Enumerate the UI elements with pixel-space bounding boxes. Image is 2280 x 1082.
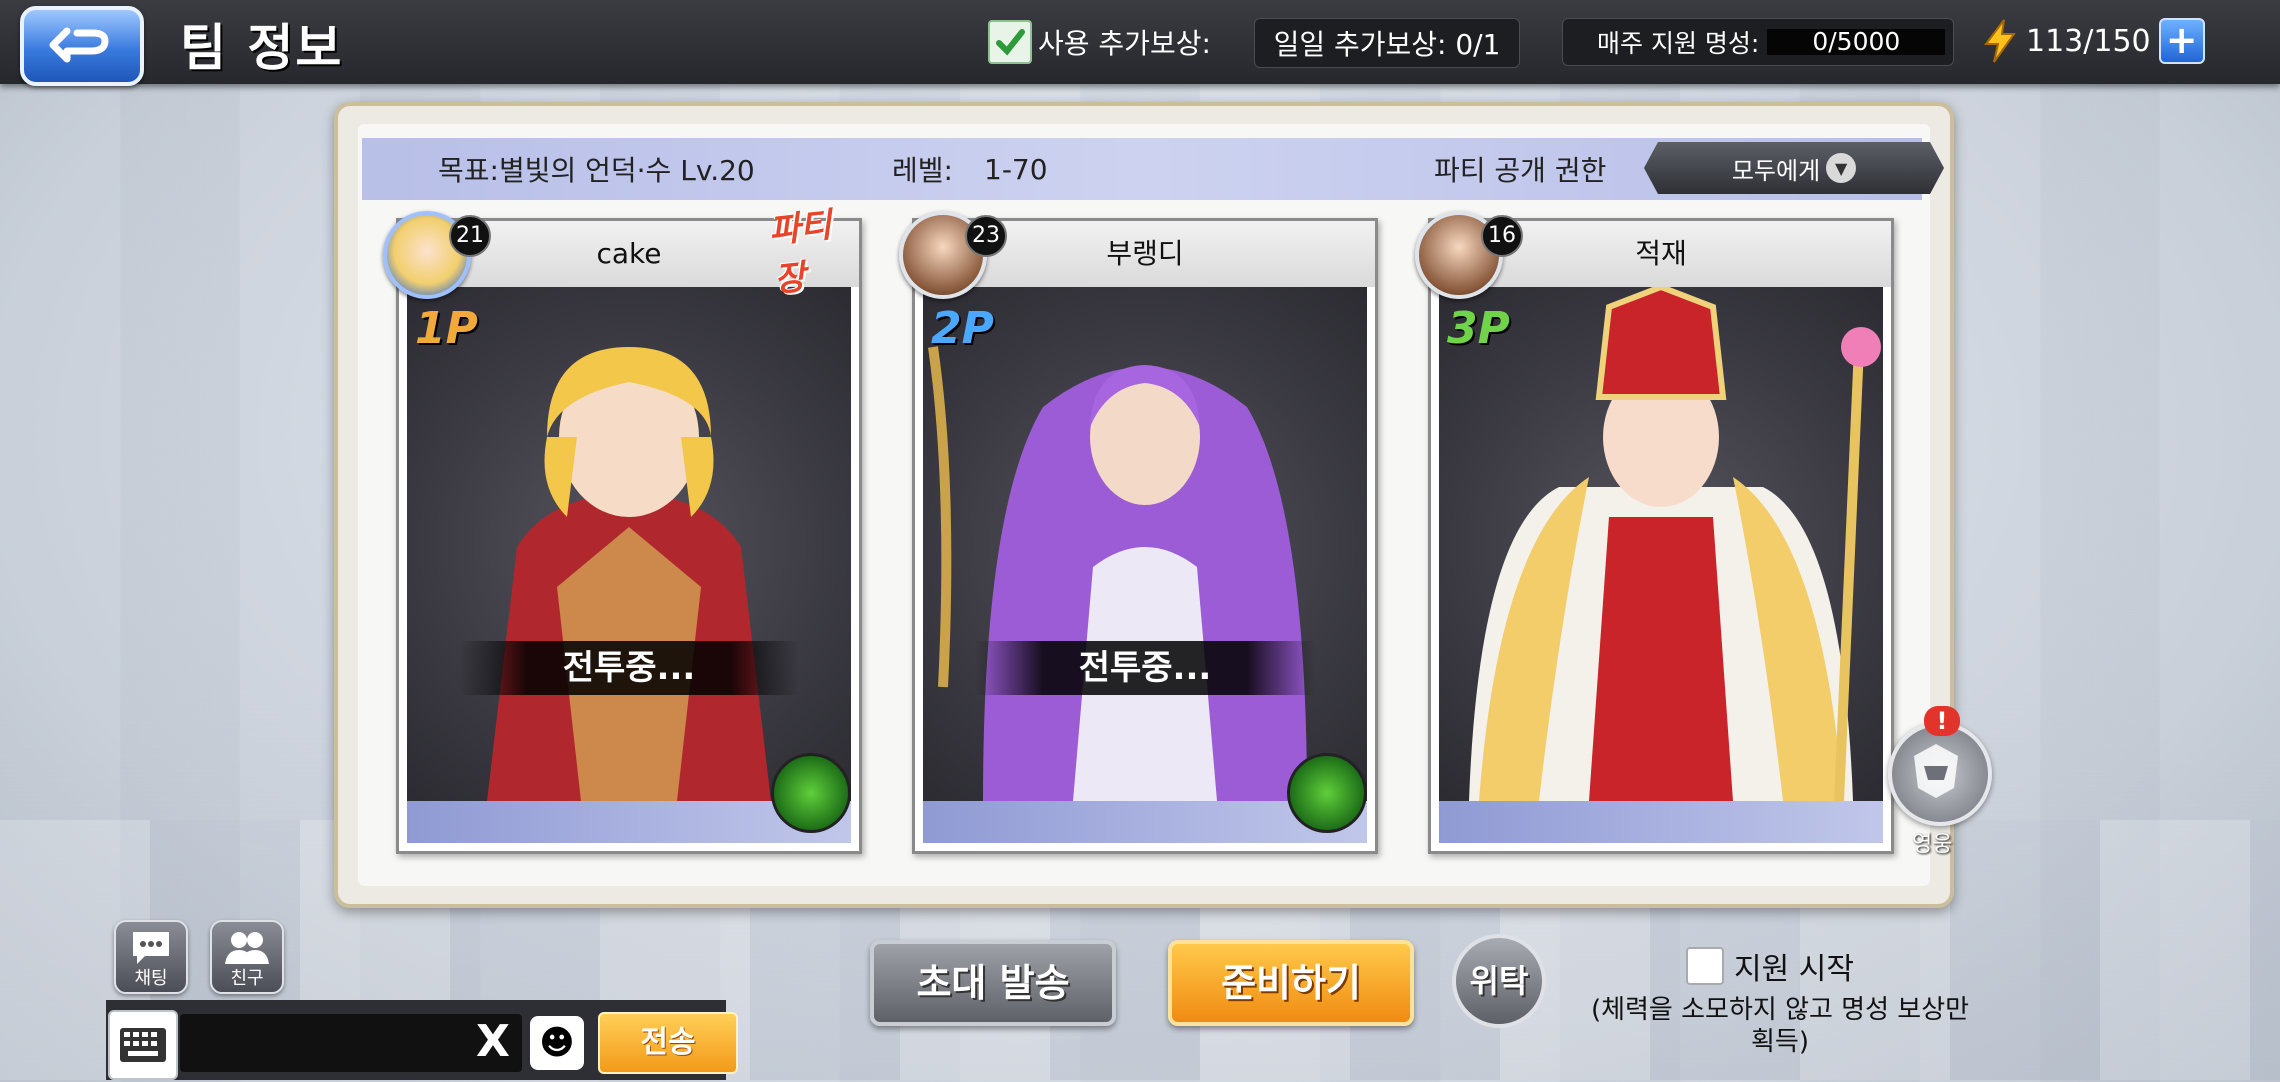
visibility-dropdown[interactable]: 모두에게 ▼ xyxy=(1644,142,1944,194)
stamina-value: 113/150 xyxy=(2026,23,2151,59)
use-reward-toggle[interactable]: 사용 추가보상: xyxy=(988,20,1211,64)
weekly-fame-label: 매주 지원 명성: xyxy=(1597,29,1760,58)
use-reward-label: 사용 추가보상: xyxy=(1038,27,1211,60)
class-icon xyxy=(1287,753,1367,833)
alert-badge: ! xyxy=(1924,706,1960,736)
support-checkbox[interactable] xyxy=(1686,947,1724,985)
back-button[interactable] xyxy=(20,6,144,86)
chat-bubble-icon xyxy=(133,932,169,964)
battle-status: 전투중... xyxy=(459,641,799,695)
card-footer xyxy=(1439,801,1883,843)
member-level: 16 xyxy=(1481,215,1523,257)
battle-status: 전투중... xyxy=(975,641,1315,695)
delegate-button[interactable]: 위탁 xyxy=(1452,934,1546,1028)
hero-label: 영웅 xyxy=(1912,832,1953,857)
hero-button[interactable]: ! xyxy=(1888,706,1992,826)
add-stamina-button[interactable]: + xyxy=(2158,18,2205,64)
member-level: 21 xyxy=(449,215,491,257)
chat-label: 채팅 xyxy=(134,968,168,989)
clear-input-button[interactable]: X xyxy=(476,1016,510,1067)
weekly-fame: 매주 지원 명성: 0/5000 xyxy=(1562,18,1954,66)
stamina-display: 113/150 + xyxy=(1982,18,2205,64)
support-label: 지원 시작 xyxy=(1734,952,1854,987)
visibility-label: 파티 공개 권한 xyxy=(1434,154,1607,187)
lightning-icon xyxy=(1984,19,2016,63)
member-card-2[interactable]: 부랭디 전투중... 23 2P xyxy=(899,211,1378,854)
player-slot: 3P xyxy=(1447,303,1510,354)
chevron-down-icon: ▼ xyxy=(1826,153,1856,183)
character-portrait xyxy=(407,287,851,801)
chat-input[interactable] xyxy=(180,1014,522,1072)
party-goal: 목표:별빛의 언덕·수 Lv.20 xyxy=(438,154,755,187)
friend-label: 친구 xyxy=(230,968,264,989)
member-card-3[interactable]: 적재 16 3P xyxy=(1415,211,1894,854)
chat-button[interactable]: 채팅 xyxy=(114,920,188,994)
page-title: 팀 정보 xyxy=(180,19,344,77)
emoji-button[interactable]: ☻ xyxy=(530,1016,584,1070)
team-panel: 목표:별빛의 언덕·수 Lv.20 레벨: 1-70 파티 공개 권한 모두에게… xyxy=(334,102,1954,908)
party-leader-badge: 파티장 xyxy=(766,205,834,301)
character-art xyxy=(1469,287,1881,801)
character-art xyxy=(487,347,771,801)
weekly-fame-value: 0/5000 xyxy=(1767,29,1946,55)
friend-button[interactable]: 친구 xyxy=(210,920,284,994)
friends-icon xyxy=(225,932,269,964)
smiley-icon: ☻ xyxy=(539,1023,575,1063)
helmet-icon xyxy=(1914,744,1958,798)
member-card-1[interactable]: cake 전투중... 21 1P 파티장 xyxy=(383,205,862,854)
level-range: 1-70 xyxy=(984,152,1048,186)
visibility-value: 모두에게 xyxy=(1731,156,1821,185)
character-portrait xyxy=(923,287,1367,801)
support-start-toggle[interactable]: 지원 시작 xyxy=(1686,944,1854,988)
level-label: 레벨: xyxy=(892,154,953,187)
member-level: 23 xyxy=(965,215,1007,257)
send-invite-button[interactable]: 초대 발송 xyxy=(870,940,1116,1026)
party-info-bar: 목표:별빛의 언덕·수 Lv.20 레벨: 1-70 파티 공개 권한 모두에게… xyxy=(362,138,1922,200)
player-slot: 2P xyxy=(931,303,994,354)
ready-button[interactable]: 준비하기 xyxy=(1168,940,1414,1026)
top-bar: 팀 정보 사용 추가보상: 일일 추가보상: 0/1 매주 지원 명성: 0/5… xyxy=(0,0,2280,86)
daily-reward-counter: 일일 추가보상: 0/1 xyxy=(1254,18,1520,68)
send-button[interactable]: 전송 xyxy=(598,1012,738,1074)
back-arrow-icon xyxy=(49,27,109,63)
class-icon xyxy=(771,753,851,833)
keyboard-icon[interactable] xyxy=(108,1010,178,1080)
character-art xyxy=(928,346,1307,801)
support-note: (체력을 소모하지 않고 명성 보상만 획득) xyxy=(1590,995,1970,1057)
check-icon xyxy=(988,20,1032,64)
player-slot: 1P xyxy=(415,303,478,354)
character-portrait xyxy=(1439,287,1883,801)
